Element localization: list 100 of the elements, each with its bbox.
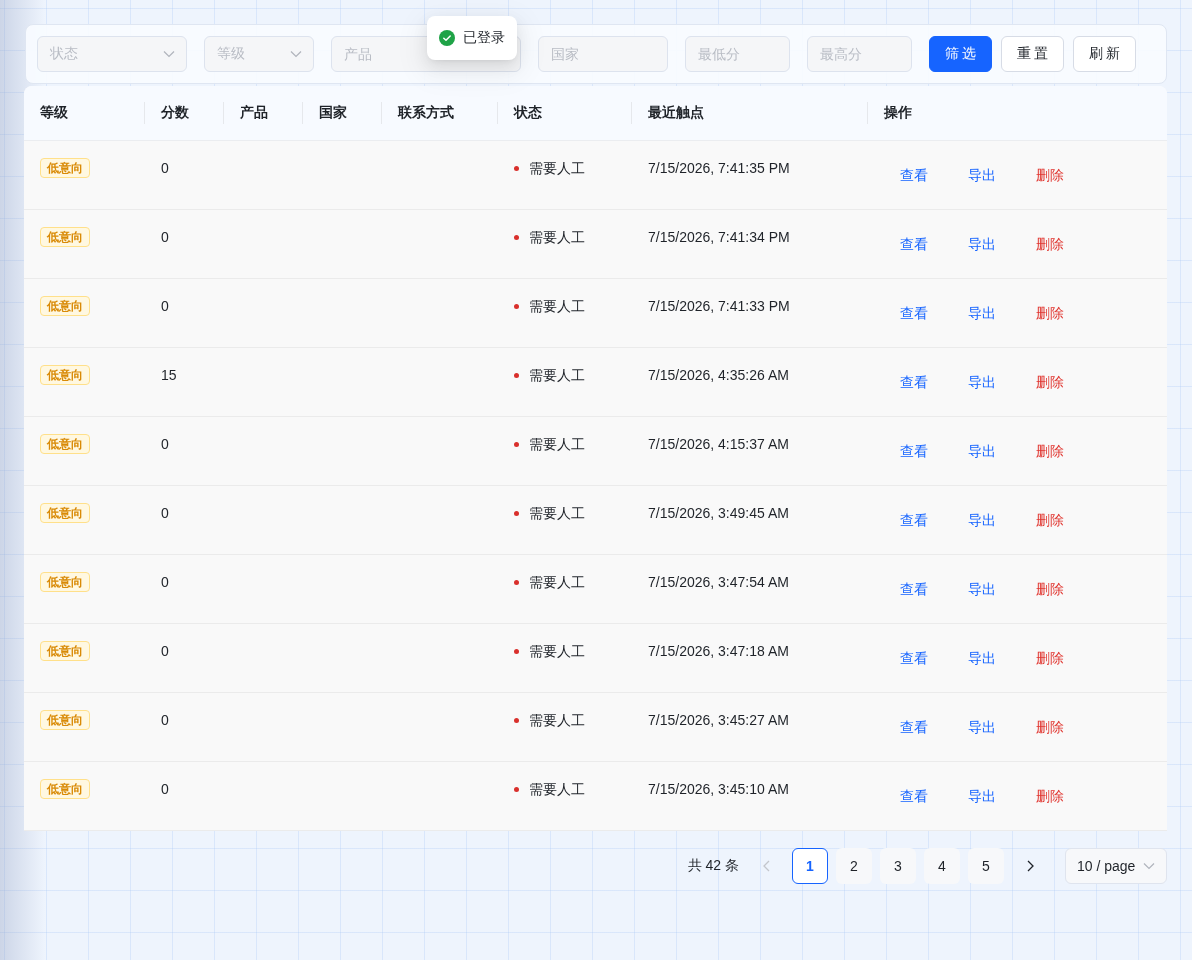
delete-link[interactable]: 删除 (1020, 712, 1080, 744)
status-dot-icon (514, 579, 519, 585)
page-button[interactable]: 2 (836, 848, 872, 884)
view-link[interactable]: 查看 (884, 712, 944, 744)
status-dot-icon (514, 441, 519, 447)
check-circle-icon (439, 30, 455, 46)
column-header: 产品 (240, 104, 268, 122)
delete-link[interactable]: 删除 (1020, 436, 1080, 468)
column-header: 操作 (884, 104, 912, 122)
delete-link[interactable]: 删除 (1020, 229, 1080, 261)
page-button[interactable]: 1 (792, 848, 828, 884)
table-cell-text: 0 (161, 504, 169, 523)
export-link[interactable]: 导出 (952, 367, 1012, 399)
chevron-left-icon (762, 860, 770, 872)
table-cell-text: 7/15/2026, 3:49:45 AM (648, 504, 789, 523)
view-link[interactable]: 查看 (884, 781, 944, 813)
chevron-down-icon (290, 50, 302, 58)
view-link[interactable]: 查看 (884, 574, 944, 606)
table-cell-text: 0 (161, 435, 169, 454)
status-dot-icon (514, 717, 519, 723)
delete-link[interactable]: 删除 (1020, 574, 1080, 606)
table-cell-text: 7/15/2026, 7:41:35 PM (648, 159, 790, 178)
filter-input[interactable]: 国家 (538, 36, 668, 72)
level-tag: 低意向 (40, 434, 90, 454)
status-text: 需要人工 (529, 780, 585, 799)
status-text: 需要人工 (529, 711, 585, 730)
export-link[interactable]: 导出 (952, 643, 1012, 675)
chevron-right-icon (1026, 860, 1034, 872)
status-text: 需要人工 (529, 366, 585, 385)
table-cell-text: 0 (161, 228, 169, 247)
reset-button[interactable]: 重 置 (1001, 36, 1064, 72)
view-link[interactable]: 查看 (884, 298, 944, 330)
table-cell-text: 7/15/2026, 3:45:10 AM (648, 780, 789, 799)
table-cell-text: 0 (161, 573, 169, 592)
status-text: 需要人工 (529, 573, 585, 592)
column-header: 状态 (514, 104, 542, 122)
view-link[interactable]: 查看 (884, 643, 944, 675)
level-tag: 低意向 (40, 641, 90, 661)
level-tag: 低意向 (40, 296, 90, 316)
delete-link[interactable]: 删除 (1020, 367, 1080, 399)
table-cell-text: 0 (161, 780, 169, 799)
filter-button[interactable]: 筛 选 (929, 36, 992, 72)
table-cell-text: 0 (161, 159, 169, 178)
column-header: 联系方式 (398, 104, 454, 122)
page-button[interactable]: 4 (924, 848, 960, 884)
total-count: 共 42 条 (687, 857, 739, 875)
view-link[interactable]: 查看 (884, 367, 944, 399)
status-text: 需要人工 (529, 159, 585, 178)
export-link[interactable]: 导出 (952, 436, 1012, 468)
status-dot-icon (514, 372, 519, 378)
view-link[interactable]: 查看 (884, 436, 944, 468)
view-link[interactable]: 查看 (884, 505, 944, 537)
level-tag: 低意向 (40, 710, 90, 730)
delete-link[interactable]: 删除 (1020, 505, 1080, 537)
status-text: 需要人工 (529, 228, 585, 247)
view-link[interactable]: 查看 (884, 160, 944, 192)
table-cell-text: 15 (161, 366, 177, 385)
status-text: 需要人工 (529, 297, 585, 316)
level-tag: 低意向 (40, 779, 90, 799)
export-link[interactable]: 导出 (952, 712, 1012, 744)
level-tag: 低意向 (40, 365, 90, 385)
column-header: 分数 (161, 104, 189, 122)
filter-input[interactable]: 最低分 (685, 36, 790, 72)
level-tag: 低意向 (40, 158, 90, 178)
view-link[interactable]: 查看 (884, 229, 944, 261)
chevron-down-icon (1143, 862, 1155, 870)
export-link[interactable]: 导出 (952, 160, 1012, 192)
column-header: 等级 (40, 104, 68, 122)
table-cell-text: 7/15/2026, 7:41:34 PM (648, 228, 790, 247)
status-dot-icon (514, 510, 519, 516)
page-size-select[interactable]: 10 / page (1065, 848, 1167, 884)
table-cell-text: 0 (161, 297, 169, 316)
table-cell-text: 7/15/2026, 4:15:37 AM (648, 435, 789, 454)
delete-link[interactable]: 删除 (1020, 160, 1080, 192)
status-dot-icon (514, 648, 519, 654)
export-link[interactable]: 导出 (952, 781, 1012, 813)
chevron-down-icon (163, 50, 175, 58)
refresh-button[interactable]: 刷 新 (1073, 36, 1136, 72)
page-button[interactable]: 3 (880, 848, 916, 884)
column-header: 国家 (319, 104, 347, 122)
delete-link[interactable]: 删除 (1020, 643, 1080, 675)
status-text: 需要人工 (529, 504, 585, 523)
level-tag: 低意向 (40, 572, 90, 592)
export-link[interactable]: 导出 (952, 505, 1012, 537)
status-text: 需要人工 (529, 642, 585, 661)
export-link[interactable]: 导出 (952, 574, 1012, 606)
level-tag: 低意向 (40, 227, 90, 247)
table-cell-text: 7/15/2026, 3:45:27 AM (648, 711, 789, 730)
filter-input[interactable]: 最高分 (807, 36, 912, 72)
export-link[interactable]: 导出 (952, 298, 1012, 330)
export-link[interactable]: 导出 (952, 229, 1012, 261)
status-dot-icon (514, 234, 519, 240)
delete-link[interactable]: 删除 (1020, 781, 1080, 813)
column-header: 最近触点 (648, 104, 704, 122)
table-cell-text: 7/15/2026, 7:41:33 PM (648, 297, 790, 316)
page-button[interactable]: 5 (968, 848, 1004, 884)
status-dot-icon (514, 786, 519, 792)
status-dot-icon (514, 165, 519, 171)
delete-link[interactable]: 删除 (1020, 298, 1080, 330)
level-tag: 低意向 (40, 503, 90, 523)
